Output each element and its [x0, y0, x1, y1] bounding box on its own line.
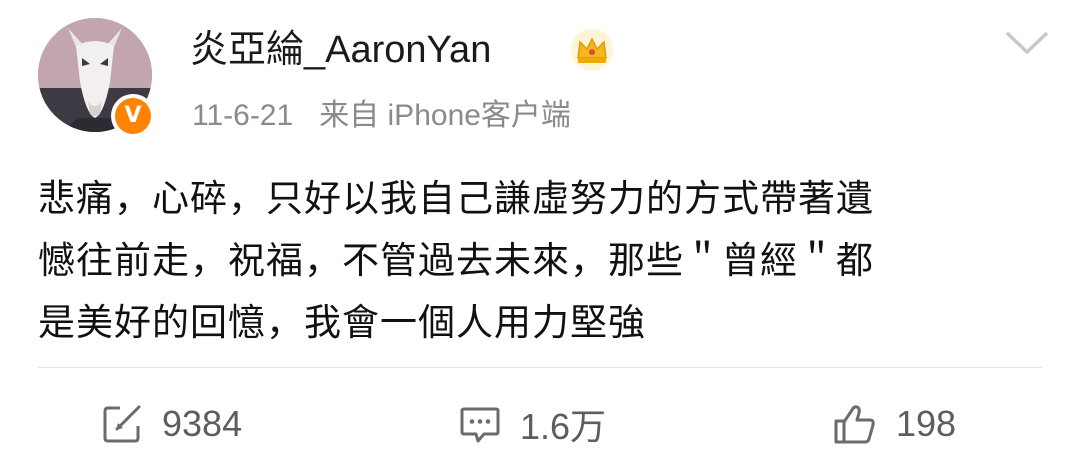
comment-count: 1.6万: [520, 406, 607, 447]
post-date: 11-6-21: [192, 99, 294, 132]
chevron-down-icon[interactable]: [1004, 28, 1050, 58]
like-count: 198: [896, 403, 957, 444]
like-icon: [834, 405, 875, 444]
post-meta: 11-6-21 来自 iPhone客户端: [192, 96, 571, 136]
divider: [38, 367, 1042, 368]
like-button[interactable]: 198: [832, 398, 956, 450]
comment-icon: [460, 407, 500, 443]
repost-count: 9384: [162, 403, 243, 444]
verified-v-icon: V: [111, 94, 155, 138]
post-content-line: 是美好的回憶，我會一個人用力堅強: [38, 301, 646, 344]
username[interactable]: 炎亞綸_AaronYan: [190, 25, 491, 75]
verified-badge-label: V: [115, 98, 151, 134]
post-content-line: 憾往前走，祝福，不管過去未來，那些＂曾經＂都: [38, 239, 874, 282]
crown-icon: [571, 29, 613, 71]
repost-button[interactable]: 9384: [100, 398, 242, 450]
comment-button[interactable]: 1.6万: [458, 398, 606, 450]
post-content-line: 悲痛，心碎，只好以我自己謙虛努力的方式帶著遺: [38, 177, 874, 220]
post-content: 悲痛，心碎，只好以我自己謙虛努力的方式帶著遺 憾往前走，祝福，不管過去未來，那些…: [38, 168, 1048, 354]
post-source[interactable]: 来自 iPhone客户端: [319, 99, 571, 132]
repost-icon: [103, 405, 141, 443]
